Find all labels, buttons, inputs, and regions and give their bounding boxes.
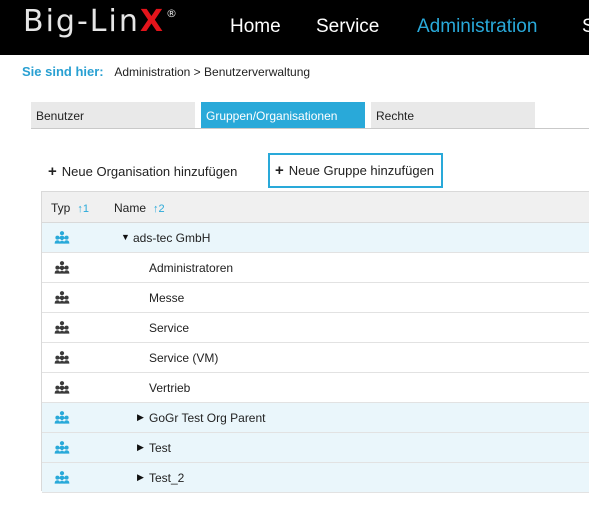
organisation-people-icon bbox=[54, 441, 70, 454]
table-row[interactable]: Service (VM) bbox=[42, 343, 589, 373]
column-label: Typ bbox=[51, 201, 71, 215]
expand-arrow-icon[interactable]: ▶ bbox=[137, 412, 144, 423]
organisation-people-icon bbox=[54, 231, 70, 244]
row-name: Test bbox=[149, 441, 172, 455]
logo-accent: X bbox=[139, 4, 165, 39]
organisation-people-icon bbox=[54, 471, 70, 484]
sort-ascending-icon: ↑1 bbox=[77, 203, 89, 215]
add-organisation-label: Neue Organisation hinzufügen bbox=[61, 164, 238, 179]
row-name: Test_2 bbox=[149, 471, 185, 485]
row-name: ads-tec GmbH bbox=[133, 231, 211, 245]
plus-icon: + bbox=[48, 163, 57, 180]
collapse-arrow-icon[interactable]: ▼ bbox=[121, 232, 130, 242]
expand-arrow-icon[interactable]: ▶ bbox=[137, 472, 144, 483]
column-label: Name bbox=[114, 201, 147, 215]
nav-next-item[interactable]: S bbox=[582, 16, 589, 38]
sort-ascending-icon: ↑2 bbox=[153, 203, 165, 215]
row-name: Vertrieb bbox=[149, 381, 191, 395]
row-name: GoGr Test Org Parent bbox=[149, 411, 266, 425]
table-header: Typ ↑1 Name ↑2 bbox=[42, 192, 589, 223]
groups-organisations-table: Typ ↑1 Name ↑2 ▼ ads-tec GmbH Administratore… bbox=[41, 191, 589, 493]
add-organisation-button[interactable]: + Neue Organisation hinzufügen bbox=[48, 163, 237, 180]
row-name: Service bbox=[149, 321, 190, 335]
table-row[interactable]: Messe bbox=[42, 283, 589, 313]
group-people-icon bbox=[54, 381, 70, 394]
nav-home[interactable]: Home bbox=[230, 16, 281, 38]
expand-arrow-icon[interactable]: ▶ bbox=[137, 442, 144, 453]
row-name: Service (VM) bbox=[149, 351, 219, 365]
tab-benutzer[interactable]: Benutzer bbox=[31, 102, 195, 129]
tabs-divider bbox=[31, 128, 589, 129]
group-people-icon bbox=[54, 351, 70, 364]
table-row[interactable]: Administratoren bbox=[42, 253, 589, 283]
tab-rechte[interactable]: Rechte bbox=[371, 102, 535, 129]
table-row[interactable]: ▶ Test_2 bbox=[42, 463, 589, 493]
table-row[interactable]: ▶ GoGr Test Org Parent bbox=[42, 403, 589, 433]
top-navigation-bar: Big-LinX® Home Service Administration S bbox=[0, 0, 589, 55]
group-people-icon bbox=[54, 291, 70, 304]
breadcrumb: Sie sind hier: Administration > Benutzer… bbox=[22, 64, 310, 79]
table-row[interactable]: ▶ Test bbox=[42, 433, 589, 463]
group-people-icon bbox=[54, 321, 70, 334]
breadcrumb-path[interactable]: Administration > Benutzerverwaltung bbox=[114, 65, 310, 79]
nav-service[interactable]: Service bbox=[316, 16, 379, 38]
plus-icon: + bbox=[275, 162, 284, 179]
table-row[interactable]: Service bbox=[42, 313, 589, 343]
big-linx-logo[interactable]: Big-LinX® bbox=[23, 4, 179, 39]
tab-gruppen-organisationen[interactable]: Gruppen/Organisationen bbox=[201, 102, 365, 129]
nav-administration[interactable]: Administration bbox=[417, 16, 537, 38]
logo-registered-mark: ® bbox=[166, 7, 179, 20]
column-header-name[interactable]: Name ↑2 bbox=[114, 201, 165, 215]
row-name: Administratoren bbox=[149, 261, 234, 275]
group-people-icon bbox=[54, 261, 70, 274]
table-row[interactable]: Vertrieb bbox=[42, 373, 589, 403]
table-row[interactable]: ▼ ads-tec GmbH bbox=[42, 223, 589, 253]
row-name: Messe bbox=[149, 291, 185, 305]
breadcrumb-label: Sie sind hier: bbox=[22, 64, 104, 79]
column-header-typ[interactable]: Typ ↑1 bbox=[51, 201, 89, 215]
organisation-people-icon bbox=[54, 411, 70, 424]
add-group-label: Neue Gruppe hinzufügen bbox=[288, 163, 435, 178]
add-group-button[interactable]: + Neue Gruppe hinzufügen bbox=[268, 153, 444, 188]
logo-text: Big-Lin bbox=[23, 4, 140, 39]
